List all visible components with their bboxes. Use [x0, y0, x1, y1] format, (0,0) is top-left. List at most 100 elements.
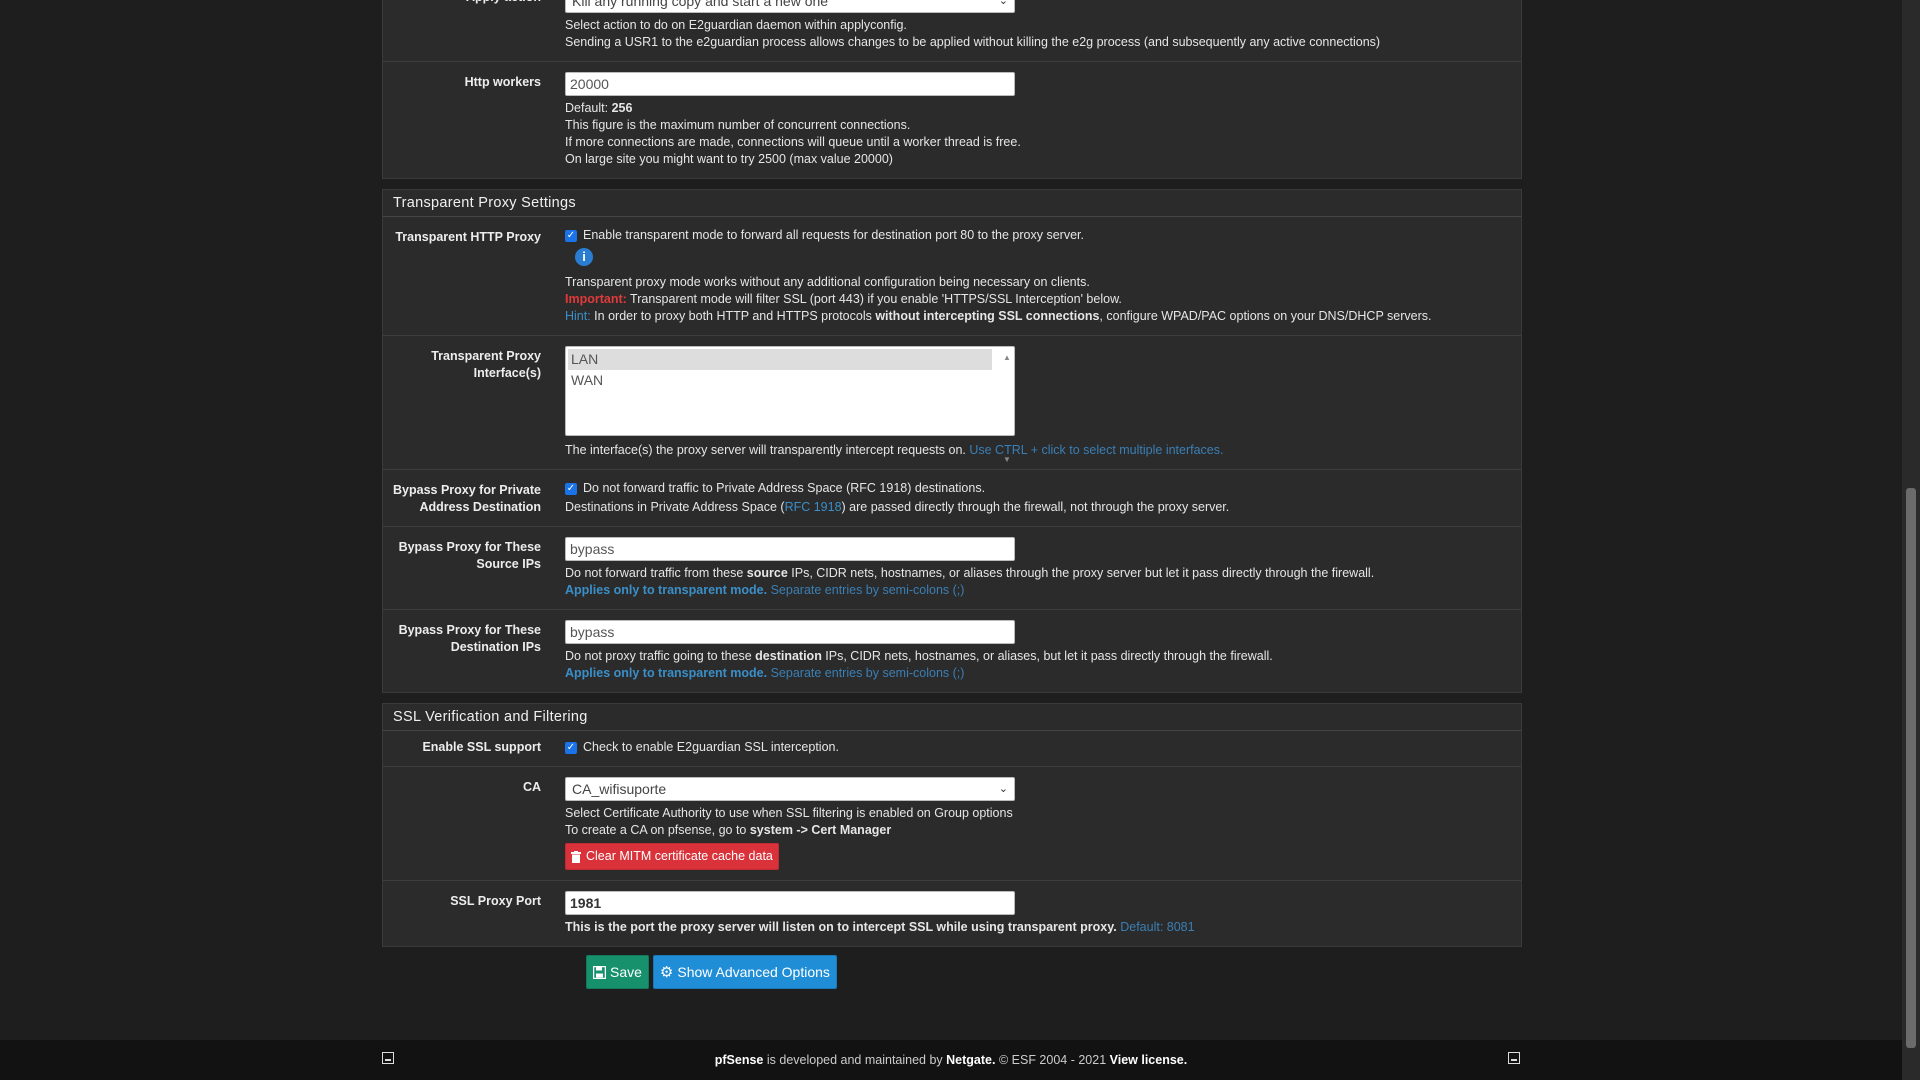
footer-brand: pfSense	[714, 1053, 764, 1067]
important-label: Important:	[565, 292, 627, 306]
footer-right-icon[interactable]	[1508, 1052, 1520, 1064]
ssl-port-default: Default: 8081	[1120, 920, 1195, 934]
enable-ssl-row: Enable SSL support ✓ Check to enable E2gu…	[383, 731, 1521, 766]
ca-label: CA	[522, 780, 541, 794]
ca-select[interactable]: CA_wifisuporte ⌄	[565, 777, 1015, 801]
ssl-section-title: SSL Verification and Filtering	[382, 703, 1522, 731]
apply-action-help1: Select action to do on E2guardian daemon…	[565, 18, 907, 32]
important-text: Transparent mode will filter SSL (port 4…	[626, 292, 1122, 306]
transparent-important: Important: Transparent mode will filter …	[565, 291, 1521, 308]
content-area: Apply action Kill any running copy and s…	[382, 0, 1522, 947]
default-label: Default:	[565, 101, 612, 115]
separate-text: Separate entries by semi-colons (;)	[767, 666, 965, 680]
footer: pfSense is developed and maintained by N…	[0, 1040, 1902, 1080]
page-scrollbar-thumb[interactable]	[1906, 488, 1916, 1048]
http-workers-row: Http workers Default: 256 This figure is…	[383, 61, 1521, 178]
applies-only-text: Applies only to transparent mode.	[565, 583, 768, 597]
info-icon[interactable]: i	[575, 248, 593, 266]
separate-text: Separate entries by semi-colons (;)	[767, 583, 965, 597]
bypass-source-help-bold: source	[746, 566, 788, 580]
footer-company[interactable]: Netgate.	[946, 1053, 995, 1067]
save-icon	[593, 965, 606, 979]
bypass-dest-help-bold: destination	[755, 649, 822, 663]
bypass-private-label: Bypass Proxy for Private Address Destina…	[393, 483, 541, 514]
enable-ssl-checkbox-text: Check to enable E2guardian SSL intercept…	[583, 740, 839, 754]
hint-text-b: , configure WPAD/PAC options on your DNS…	[1099, 309, 1432, 323]
footer-text-b: © ESF 2004 - 2021	[995, 1053, 1110, 1067]
hint-bold: without intercepting SSL connections	[875, 309, 1100, 323]
transparent-interfaces-label: Transparent Proxy Interface(s)	[431, 349, 541, 380]
form-buttons: Save ⚙ Show Advanced Options	[586, 955, 837, 989]
transparent-interfaces-row: Transparent Proxy Interface(s) LAN WAN ▲…	[383, 335, 1521, 469]
bypass-source-help-a: Do not forward traffic from these	[565, 566, 747, 580]
general-settings-panel: Apply action Kill any running copy and s…	[382, 0, 1522, 179]
transparent-section-title: Transparent Proxy Settings	[382, 189, 1522, 217]
footer-text: pfSense is developed and maintained by N…	[715, 1053, 1187, 1067]
http-workers-label: Http workers	[464, 75, 541, 89]
bypass-dest-help: Do not proxy traffic going to these dest…	[565, 648, 1521, 665]
page-scrollbar[interactable]	[1902, 0, 1920, 1080]
ssl-port-input[interactable]	[565, 891, 1015, 915]
ca-help2-a: To create a CA on pfsense, go to	[565, 823, 750, 837]
ssl-port-help-text: This is the port the proxy server will l…	[565, 920, 1121, 934]
transparent-http-label: Transparent HTTP Proxy	[395, 230, 541, 244]
apply-action-select[interactable]: Kill any running copy and start a new on…	[565, 0, 1015, 13]
trash-icon	[571, 850, 581, 863]
bypass-source-row: Bypass Proxy for These Source IPs Do not…	[383, 526, 1521, 609]
ca-help1: Select Certificate Authority to use when…	[565, 806, 1013, 820]
bypass-dest-help-b: IPs, CIDR nets, hostnames, or aliases, b…	[821, 649, 1273, 663]
ssl-port-help: This is the port the proxy server will l…	[565, 919, 1521, 936]
apply-action-value: Kill any running copy and start a new on…	[572, 0, 829, 9]
http-workers-help3: On large site you might want to try 2500…	[565, 152, 893, 166]
enable-ssl-checkbox[interactable]: ✓	[565, 741, 577, 754]
apply-action-help2: Sending a USR1 to the e2guardian process…	[565, 35, 1381, 49]
interfaces-listbox[interactable]: LAN WAN ▲ ▼	[565, 346, 1015, 464]
http-workers-help2: If more connections are made, connection…	[565, 135, 1021, 149]
save-button[interactable]: Save	[586, 955, 649, 989]
http-workers-help1: This figure is the maximum number of con…	[565, 118, 911, 132]
applies-only-text: Applies only to transparent mode.	[565, 666, 768, 680]
hint-text-a: In order to proxy both HTTP and HTTPS pr…	[590, 309, 876, 323]
transparent-hint: Hint: In order to proxy both HTTP and HT…	[565, 308, 1521, 325]
show-advanced-label: Show Advanced Options	[677, 964, 830, 980]
bypass-source-applies: Applies only to transparent mode. Separa…	[565, 582, 1521, 599]
interfaces-help: The interface(s) the proxy server will t…	[565, 442, 1521, 459]
transparent-panel: Transparent HTTP Proxy ✓ Enable transpare…	[382, 217, 1522, 693]
apply-action-row: Apply action Kill any running copy and s…	[383, 0, 1521, 61]
hint-label: Hint:	[565, 309, 591, 323]
rfc1918-link[interactable]: RFC 1918	[785, 500, 842, 514]
ssl-panel: Enable SSL support ✓ Check to enable E2gu…	[382, 731, 1522, 947]
ca-help2-bold: system -> Cert Manager	[749, 823, 892, 837]
footer-left-icon[interactable]	[382, 1052, 394, 1064]
http-workers-input[interactable]	[565, 72, 1015, 96]
ssl-port-row: SSL Proxy Port This is the port the prox…	[383, 880, 1521, 946]
bypass-source-help-b: IPs, CIDR nets, hostnames, or aliases th…	[787, 566, 1375, 580]
footer-license-link[interactable]: View license.	[1110, 1053, 1188, 1067]
interface-option-lan[interactable]: LAN	[568, 349, 992, 370]
apply-action-label: Apply action	[383, 0, 553, 61]
bypass-dest-row: Bypass Proxy for These Destination IPs D…	[383, 609, 1521, 692]
show-advanced-button[interactable]: ⚙ Show Advanced Options	[652, 955, 837, 989]
ssl-port-label: SSL Proxy Port	[450, 894, 541, 908]
ca-row: CA CA_wifisuporte ⌄ Select Certificate A…	[383, 766, 1521, 880]
bypass-dest-input[interactable]	[565, 620, 1015, 644]
interfaces-help-text: The interface(s) the proxy server will t…	[565, 443, 970, 457]
interface-option-wan[interactable]: WAN	[568, 370, 1012, 391]
listbox-scrollbar[interactable]: ▲ ▼	[1002, 349, 1012, 464]
footer-text-a: is developed and maintained by	[763, 1053, 947, 1067]
ca-value: CA_wifisuporte	[572, 780, 667, 797]
default-value: 256	[611, 101, 633, 115]
bypass-source-label: Bypass Proxy for These Source IPs	[398, 540, 541, 571]
transparent-help1: Transparent proxy mode works without any…	[565, 275, 1090, 289]
transparent-http-row: Transparent HTTP Proxy ✓ Enable transpare…	[383, 217, 1521, 335]
transparent-http-checkbox[interactable]: ✓	[565, 229, 577, 242]
gear-icon: ⚙	[659, 964, 674, 981]
bypass-source-input[interactable]	[565, 537, 1015, 561]
clear-mitm-label: Clear MITM certificate cache data	[586, 849, 773, 863]
bypass-private-help-a: Destinations in Private Address Space (	[565, 500, 785, 514]
clear-mitm-button[interactable]: Clear MITM certificate cache data	[565, 843, 779, 870]
transparent-http-checkbox-text: Enable transparent mode to forward all r…	[583, 228, 1084, 242]
chevron-down-icon: ⌄	[998, 0, 1008, 7]
bypass-private-checkbox[interactable]: ✓	[565, 482, 577, 495]
chevron-down-icon: ⌄	[998, 782, 1008, 795]
